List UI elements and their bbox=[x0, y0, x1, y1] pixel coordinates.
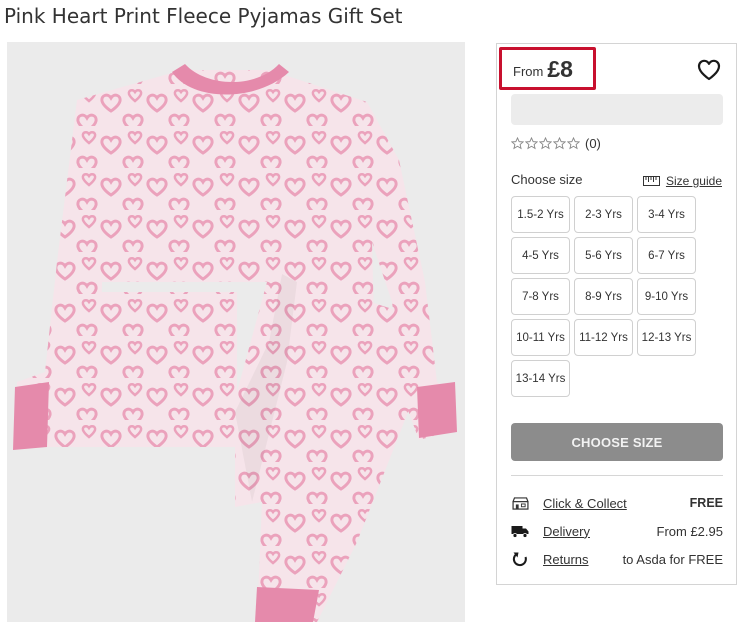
star-empty-icon bbox=[539, 137, 552, 150]
size-option[interactable]: 5-6 Yrs bbox=[574, 237, 633, 274]
delivery-row: Delivery From £2.95 bbox=[511, 521, 723, 541]
size-option[interactable]: 13-14 Yrs bbox=[511, 360, 570, 397]
click-collect-link[interactable]: Click & Collect bbox=[543, 496, 627, 511]
star-empty-icon bbox=[525, 137, 538, 150]
size-option[interactable]: 8-9 Yrs bbox=[574, 278, 633, 315]
choose-size-label: Choose size bbox=[511, 172, 583, 187]
price-from-label: From bbox=[513, 64, 544, 79]
product-buy-panel: From £8 (0) Choose size Size guide 1.5-2… bbox=[496, 43, 737, 585]
ruler-icon bbox=[642, 176, 660, 186]
delivery-link[interactable]: Delivery bbox=[543, 524, 590, 539]
price-value: £8 bbox=[547, 56, 573, 82]
star-empty-icon bbox=[511, 137, 524, 150]
click-collect-row: Click & Collect FREE bbox=[511, 493, 723, 513]
size-option[interactable]: 10-11 Yrs bbox=[511, 319, 570, 356]
truck-icon bbox=[511, 523, 529, 539]
size-option[interactable]: 11-12 Yrs bbox=[574, 319, 633, 356]
size-option[interactable]: 2-3 Yrs bbox=[574, 196, 633, 233]
star-empty-icon bbox=[553, 137, 566, 150]
size-option[interactable]: 3-4 Yrs bbox=[637, 196, 696, 233]
page-title: Pink Heart Print Fleece Pyjamas Gift Set bbox=[4, 4, 403, 28]
returns-info: to Asda for FREE bbox=[622, 551, 723, 567]
size-option[interactable]: 9-10 Yrs bbox=[637, 278, 696, 315]
size-guide-label: Size guide bbox=[665, 174, 722, 188]
star-empty-icon bbox=[567, 137, 580, 150]
returns-link[interactable]: Returns bbox=[543, 552, 589, 567]
shop-icon bbox=[511, 495, 529, 511]
returns-row: Returns to Asda for FREE bbox=[511, 549, 723, 569]
size-guide-link[interactable]: Size guide bbox=[642, 174, 722, 188]
loading-placeholder bbox=[511, 94, 723, 125]
size-option[interactable]: 12-13 Yrs bbox=[637, 319, 696, 356]
size-option[interactable]: 4-5 Yrs bbox=[511, 237, 570, 274]
rating[interactable]: (0) bbox=[511, 136, 601, 151]
delivery-price: From £2.95 bbox=[656, 523, 723, 539]
rating-stars bbox=[511, 137, 580, 150]
choose-size-button[interactable]: CHOOSE SIZE bbox=[511, 423, 723, 461]
heart-outline-icon[interactable] bbox=[696, 57, 722, 83]
product-image[interactable] bbox=[7, 42, 465, 622]
size-option[interactable]: 7-8 Yrs bbox=[511, 278, 570, 315]
size-options: 1.5-2 Yrs 2-3 Yrs 3-4 Yrs 4-5 Yrs 5-6 Yr… bbox=[511, 196, 701, 397]
review-count: (0) bbox=[585, 136, 601, 151]
return-arrow-icon bbox=[511, 551, 529, 567]
divider bbox=[511, 475, 723, 476]
click-collect-price: FREE bbox=[689, 496, 723, 510]
price-block: From £8 bbox=[499, 47, 596, 90]
size-option[interactable]: 1.5-2 Yrs bbox=[511, 196, 570, 233]
size-option[interactable]: 6-7 Yrs bbox=[637, 237, 696, 274]
